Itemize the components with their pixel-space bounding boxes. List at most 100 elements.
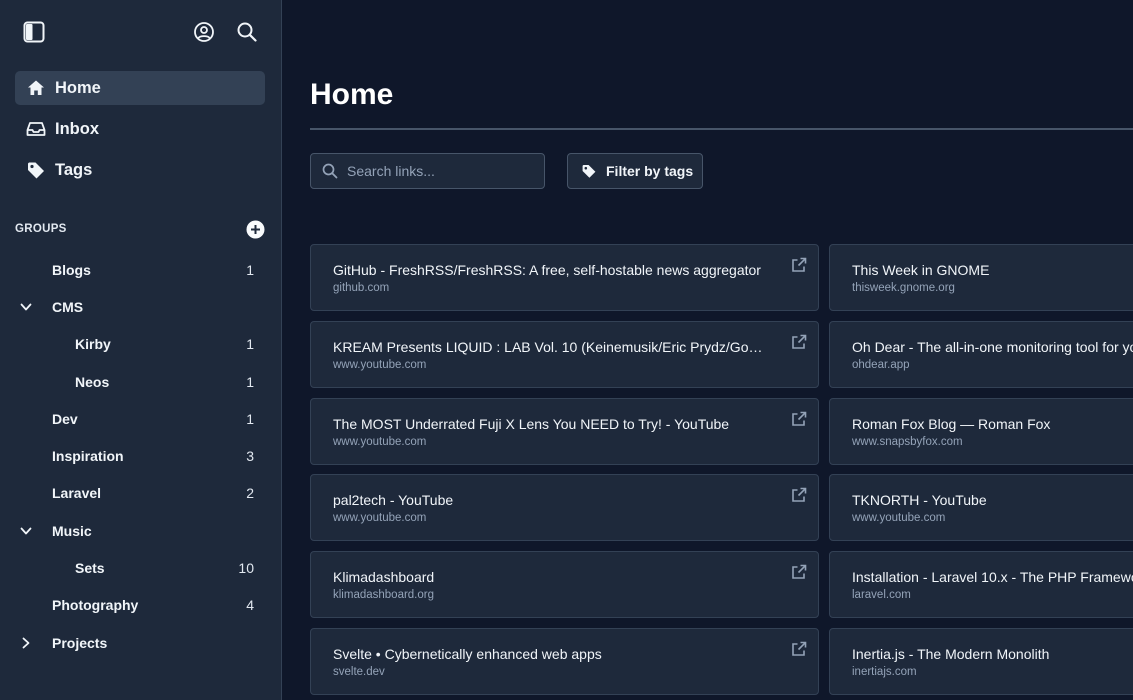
sidebar-toolbar <box>0 0 281 64</box>
app-window: Home Inbox Tags GROUPS Blogs 1 CMS Kirby… <box>0 0 1133 700</box>
groups-list: Blogs 1 CMS Kirby 1 Neos 1 Dev 1 Inspiration 3 Lara… <box>0 251 281 661</box>
link-card[interactable]: Inertia.js - The Modern Monolith inertiaj… <box>829 628 1133 695</box>
link-title[interactable]: Klimadashboard <box>333 569 767 585</box>
group-count: 10 <box>238 560 254 577</box>
nav-item-label: Inbox <box>55 119 99 138</box>
group-name: Blogs <box>52 261 91 278</box>
nav-item-home[interactable]: Home <box>15 71 265 105</box>
link-title[interactable]: Installation - Laravel 10.x - The PHP Fr… <box>852 569 1133 585</box>
plus-circle-icon <box>246 220 265 238</box>
group-name: CMS <box>52 298 84 315</box>
page-title: Home <box>310 78 394 111</box>
link-domain: github.com <box>333 282 390 294</box>
link-domain: www.youtube.com <box>333 435 427 448</box>
group-name: Photography <box>52 597 139 614</box>
external-link-icon[interactable] <box>790 256 808 274</box>
group-item[interactable]: Projects <box>0 624 281 661</box>
link-card[interactable]: GitHub - FreshRSS/FreshRSS: A free, self… <box>310 244 819 311</box>
search-icon <box>322 163 338 179</box>
link-title[interactable]: GitHub - FreshRSS/FreshRSS: A free, self… <box>333 262 767 278</box>
group-name: Kirby <box>75 336 111 353</box>
groups-heading: GROUPS <box>15 223 67 235</box>
link-domain: inertiajs.com <box>852 666 917 678</box>
external-link-icon[interactable] <box>790 486 808 504</box>
link-domain: www.youtube.com <box>333 512 427 525</box>
link-title[interactable]: This Week in GNOME <box>852 262 1133 278</box>
link-domain: www.snapsbyfox.com <box>852 435 963 448</box>
link-card[interactable]: KREAM Presents LIQUID : LAB Vol. 10 (Kei… <box>310 320 819 388</box>
link-domain: laravel.com <box>852 589 911 602</box>
primary-nav: Home Inbox Tags <box>15 71 265 194</box>
search-icon <box>237 22 257 42</box>
group-name: Sets <box>75 560 105 577</box>
group-count: 1 <box>246 373 254 390</box>
nav-item-inbox[interactable]: Inbox <box>15 112 265 146</box>
group-count: 2 <box>246 485 254 502</box>
filter-by-tags-button[interactable]: Filter by tags <box>567 153 703 189</box>
link-card[interactable]: Oh Dear - The all-in-one monitoring tool… <box>829 320 1133 388</box>
link-title[interactable]: Roman Fox Blog — Roman Fox <box>852 416 1133 432</box>
group-item[interactable]: Laravel 2 <box>0 475 281 512</box>
link-domain: thisweek.gnome.org <box>852 282 955 294</box>
group-name: Inspiration <box>52 448 124 465</box>
link-title[interactable]: KREAM Presents LIQUID : LAB Vol. 10 (Kei… <box>333 339 767 355</box>
main-content: Home Filter by tags GitHub - FreshRSS/Fr… <box>282 0 1133 700</box>
link-card[interactable]: This Week in GNOME thisweek.gnome.org <box>829 244 1133 311</box>
group-item[interactable]: Blogs 1 <box>0 251 281 288</box>
chevron-down-icon[interactable] <box>17 522 35 540</box>
link-title[interactable]: pal2tech - YouTube <box>333 492 767 508</box>
sidebar-toggle-icon <box>23 21 45 43</box>
group-count: 1 <box>246 261 254 278</box>
search-input[interactable] <box>347 163 527 179</box>
add-group-button[interactable] <box>246 220 265 239</box>
group-item[interactable]: Music <box>0 512 281 549</box>
group-count: 3 <box>246 448 254 465</box>
link-domain: ohdear.app <box>852 358 910 371</box>
inbox-icon <box>25 118 47 140</box>
home-icon <box>25 77 47 99</box>
sidebar-toggle-button[interactable] <box>21 19 47 45</box>
group-count: 1 <box>246 336 254 353</box>
external-link-icon[interactable] <box>790 640 808 658</box>
nav-item-tags[interactable]: Tags <box>15 153 265 187</box>
group-item[interactable]: Inspiration 3 <box>0 437 281 474</box>
title-divider <box>310 128 1133 130</box>
nav-item-label: Home <box>55 78 101 97</box>
group-item[interactable]: CMS <box>0 288 281 325</box>
link-card[interactable]: Roman Fox Blog — Roman Fox www.snapsbyfox… <box>829 397 1133 465</box>
chevron-right-icon[interactable] <box>17 634 35 652</box>
filter-by-tags-label: Filter by tags <box>606 163 694 179</box>
link-card[interactable]: The MOST Underrated Fuji X Lens You NEED… <box>310 397 819 465</box>
link-card[interactable]: Klimadashboard klimadashboard.org <box>310 551 819 619</box>
account-button[interactable] <box>191 19 217 45</box>
group-item[interactable]: Kirby 1 <box>0 326 281 363</box>
search-field[interactable] <box>310 153 545 189</box>
external-link-icon[interactable] <box>790 563 808 581</box>
link-card[interactable]: TKNORTH - YouTube www.youtube.com <box>829 474 1133 542</box>
link-title[interactable]: Inertia.js - The Modern Monolith <box>852 646 1133 662</box>
groups-header: GROUPS <box>15 218 265 240</box>
user-circle-icon <box>194 22 214 42</box>
link-title[interactable]: Svelte • Cybernetically enhanced web app… <box>333 646 767 662</box>
link-title[interactable]: The MOST Underrated Fuji X Lens You NEED… <box>333 416 767 432</box>
group-item[interactable]: Photography 4 <box>0 587 281 624</box>
group-count: 4 <box>246 597 254 614</box>
link-card[interactable]: pal2tech - YouTube www.youtube.com <box>310 474 819 542</box>
link-title[interactable]: TKNORTH - YouTube <box>852 492 1133 508</box>
group-item[interactable]: Neos 1 <box>0 363 281 400</box>
group-name: Neos <box>75 373 110 390</box>
tag-icon <box>25 159 47 181</box>
link-domain: klimadashboard.org <box>333 589 435 602</box>
group-name: Music <box>52 522 92 539</box>
group-item[interactable]: Dev 1 <box>0 400 281 437</box>
chevron-down-icon[interactable] <box>17 298 35 316</box>
external-link-icon[interactable] <box>790 410 808 428</box>
search-button[interactable] <box>234 19 260 45</box>
group-item[interactable]: Sets 10 <box>0 549 281 586</box>
link-domain: www.youtube.com <box>852 512 946 525</box>
link-card[interactable]: Installation - Laravel 10.x - The PHP Fr… <box>829 551 1133 619</box>
external-link-icon[interactable] <box>790 333 808 351</box>
link-title[interactable]: Oh Dear - The all-in-one monitoring tool… <box>852 339 1133 355</box>
group-name: Laravel <box>52 485 102 502</box>
link-card[interactable]: Svelte • Cybernetically enhanced web app… <box>310 628 819 695</box>
